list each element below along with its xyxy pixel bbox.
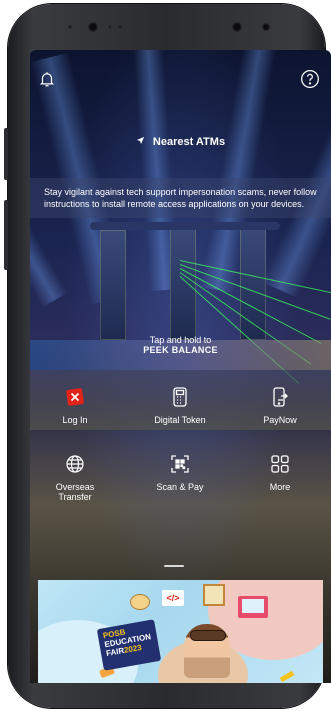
login-icon [65, 387, 85, 407]
skypark [90, 222, 280, 230]
side-button-left [4, 128, 8, 180]
front-camera [88, 22, 98, 32]
paynow-button[interactable]: PayNow [235, 387, 325, 425]
globe-icon [65, 454, 85, 474]
digital-token-icon [170, 387, 190, 407]
peek-balance-label: PEEK BALANCE [143, 345, 218, 355]
child-goggles [190, 630, 226, 641]
top-sensor-bar [60, 17, 280, 39]
more-label: More [269, 482, 291, 492]
fair-fair: FAIR [105, 646, 125, 659]
scan-and-pay-label: Scan & Pay [156, 482, 204, 492]
speaker-dot [68, 25, 72, 29]
overseas-transfer-button[interactable]: Overseas Transfer [30, 454, 120, 502]
hotel-tower [170, 228, 196, 340]
promo-banner[interactable]: </> POSB EDUCATION FAIR2023 [38, 580, 323, 683]
education-fair-logo: POSB EDUCATION FAIR2023 [96, 619, 162, 671]
help-icon[interactable] [300, 69, 320, 94]
location-arrow-icon [136, 136, 145, 148]
security-notice: Stay vigilant against tech support imper… [30, 178, 331, 218]
app-screen: Nearest ATMs Stay vigilant against tech … [30, 50, 331, 683]
code-icon: </> [162, 590, 184, 606]
peek-balance[interactable]: Tap and hold to PEEK BALANCE [30, 335, 331, 355]
iris-sensor [232, 22, 242, 32]
notification-bell-icon[interactable] [38, 70, 56, 93]
paynow-icon [270, 387, 290, 407]
nearest-atms-label: Nearest ATMs [152, 136, 226, 148]
fair-year: 2023 [123, 642, 143, 655]
login-label: Log In [62, 415, 88, 425]
monitor-screen [242, 599, 264, 613]
digital-token-label: Digital Token [154, 415, 206, 425]
proximity-sensor [262, 23, 270, 31]
login-button[interactable]: Log In [30, 387, 120, 425]
digital-token-button[interactable]: Digital Token [135, 387, 225, 425]
security-notice-text: Stay vigilant against tech support imper… [44, 187, 317, 209]
more-button[interactable]: More [235, 454, 325, 492]
peek-balance-hint: Tap and hold to [149, 335, 212, 345]
ruler-icon [279, 670, 295, 683]
drum-icon [130, 594, 150, 610]
grid-icon [270, 454, 290, 474]
scan-and-pay-button[interactable]: Scan & Pay [135, 454, 225, 492]
paynow-label: PayNow [263, 415, 297, 425]
sensor-dot [108, 25, 112, 29]
drawer-handle[interactable] [164, 565, 184, 567]
nearest-atms-link[interactable]: Nearest ATMs [30, 136, 331, 148]
qr-scan-icon [170, 454, 190, 474]
hotel-tower [100, 230, 126, 340]
sensor-dot [118, 25, 122, 29]
abacus-icon [203, 584, 225, 606]
side-button-left-2 [4, 200, 8, 270]
overseas-transfer-label: Overseas Transfer [55, 482, 95, 502]
